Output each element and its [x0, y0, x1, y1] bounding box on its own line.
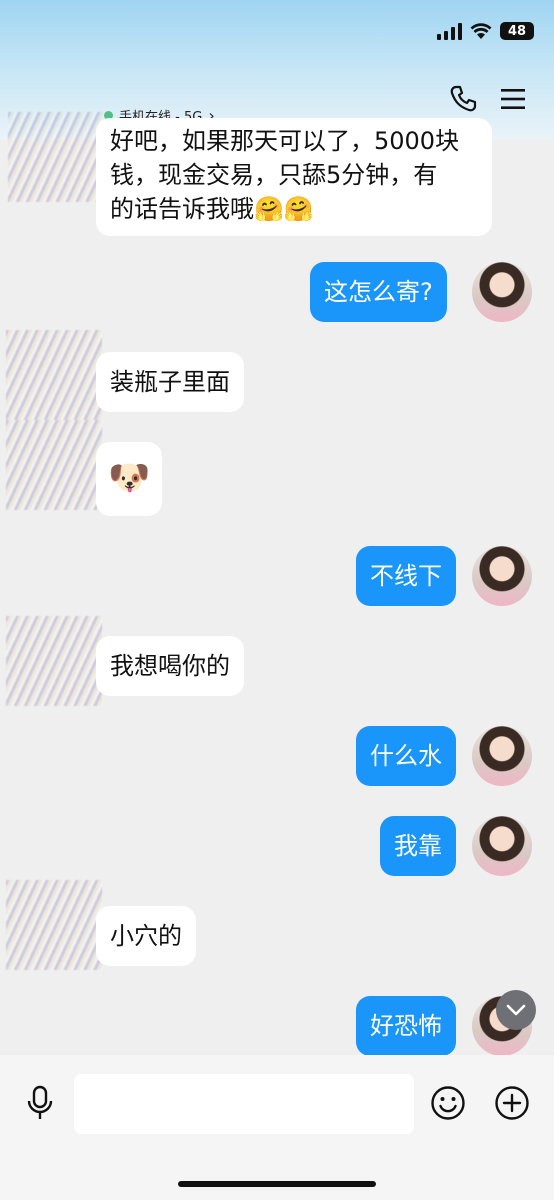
my-avatar[interactable] [472, 726, 532, 786]
home-indicator[interactable] [178, 1181, 376, 1187]
message-outgoing[interactable]: 什么水 [356, 726, 456, 786]
my-avatar[interactable] [472, 546, 532, 606]
message-text: 小穴的 [110, 922, 182, 950]
menu-icon [501, 89, 525, 109]
input-bar [0, 1055, 554, 1200]
message-outgoing[interactable]: 好恐怖 [356, 996, 456, 1056]
my-avatar[interactable] [472, 262, 532, 322]
contact-avatar[interactable] [6, 330, 102, 420]
message-input[interactable] [74, 1074, 414, 1134]
message-incoming[interactable]: 装瓶子里面 [96, 352, 244, 412]
message-text: 这怎么寄? [324, 278, 433, 306]
message-text-line: 的话告诉我哦🤗🤗 [110, 195, 314, 223]
my-avatar[interactable] [472, 816, 532, 876]
status-bar: 48 [437, 22, 534, 40]
message-outgoing[interactable]: 我靠 [380, 816, 456, 876]
message-text: 我想喝你的 [110, 652, 230, 680]
contact-avatar[interactable] [8, 112, 104, 202]
contact-avatar[interactable] [6, 616, 102, 706]
smiley-icon [431, 1086, 465, 1120]
contact-avatar[interactable] [6, 420, 102, 510]
phone-icon [450, 85, 477, 112]
chevron-down-icon [506, 1004, 526, 1016]
signal-icon [437, 22, 462, 40]
message-text: 什么水 [370, 742, 442, 770]
message-incoming[interactable]: 好吧，如果那天可以了，5000块 钱，现金交易，只舔5分钟，有 的话告诉我哦🤗🤗 [96, 118, 492, 236]
wifi-icon [470, 23, 492, 39]
dog-emoji: 🐶 [108, 458, 151, 498]
voice-button[interactable] [20, 1083, 60, 1123]
message-text-line: 好吧，如果那天可以了，5000块 [110, 127, 460, 155]
scroll-to-bottom-button[interactable] [496, 990, 536, 1030]
message-incoming-sticker[interactable]: 🐶 [96, 442, 162, 516]
message-outgoing[interactable]: 这怎么寄? [310, 262, 447, 322]
emoji-button[interactable] [428, 1083, 468, 1123]
add-button[interactable] [492, 1083, 532, 1123]
message-text: 不线下 [370, 562, 442, 590]
message-incoming[interactable]: 我想喝你的 [96, 636, 244, 696]
phone-button[interactable] [446, 82, 480, 116]
contact-avatar[interactable] [6, 880, 102, 970]
message-outgoing[interactable]: 不线下 [356, 546, 456, 606]
menu-button[interactable] [496, 82, 530, 116]
plus-circle-icon [495, 1086, 529, 1120]
message-text-line: 钱，现金交易，只舔5分钟，有 [110, 161, 438, 189]
message-incoming[interactable]: 小穴的 [96, 906, 196, 966]
message-text: 装瓶子里面 [110, 368, 230, 396]
message-text: 好恐怖 [370, 1012, 442, 1040]
message-text: 我靠 [394, 832, 442, 860]
microphone-icon [27, 1085, 53, 1119]
battery-indicator: 48 [500, 22, 534, 40]
